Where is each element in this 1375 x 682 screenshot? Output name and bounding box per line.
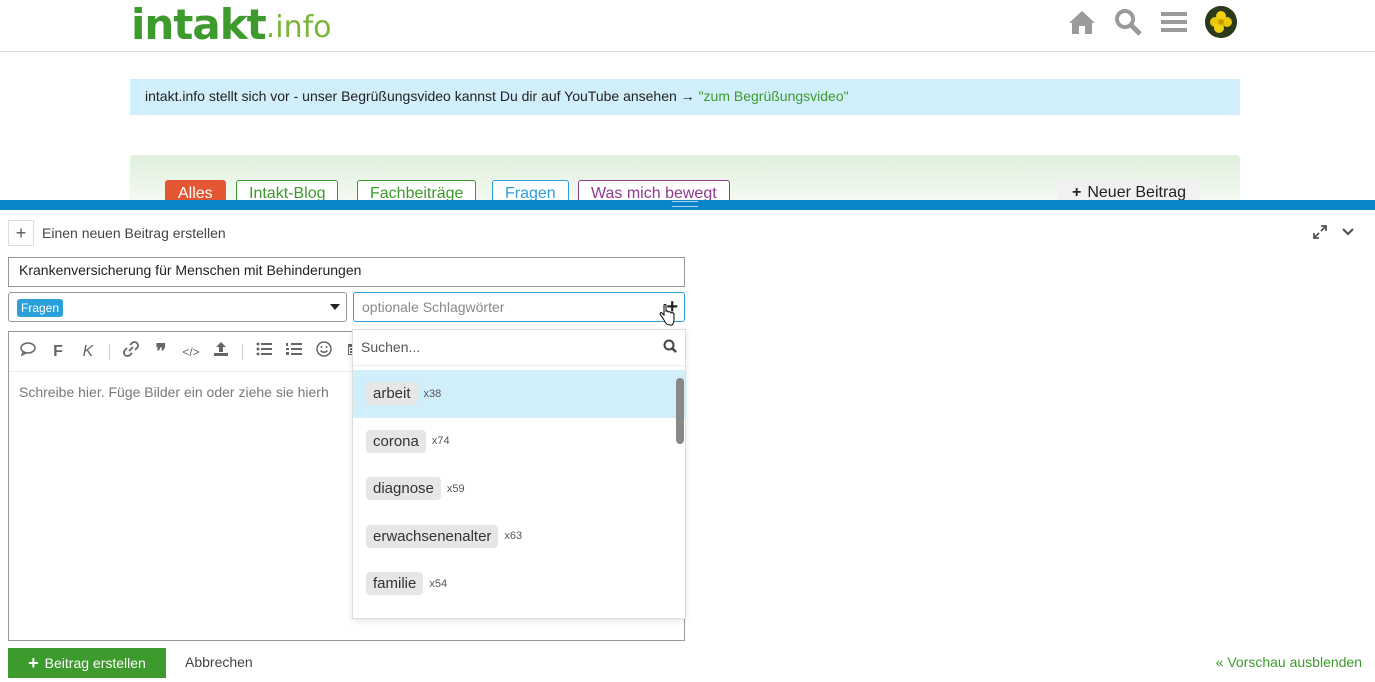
- italic-icon[interactable]: K: [79, 343, 97, 361]
- hamburger-menu-icon[interactable]: [1159, 7, 1189, 37]
- tag-dropdown: Suchen... arbeit x38 corona x74 diagnose…: [352, 329, 686, 619]
- tag-pill: familie: [366, 572, 424, 596]
- composer-resize-handle[interactable]: [0, 200, 1375, 210]
- tag-pill: arbeit: [366, 382, 418, 406]
- create-post-button[interactable]: + Beitrag erstellen: [8, 648, 166, 678]
- home-icon[interactable]: [1067, 7, 1097, 37]
- create-post-label: Beitrag erstellen: [44, 655, 146, 671]
- cancel-link[interactable]: Abbrechen: [185, 654, 253, 670]
- chevron-down-icon: [330, 304, 340, 310]
- tag-input-placeholder: optionale Schlagwörter: [362, 299, 505, 315]
- tag-count: x59: [446, 482, 465, 495]
- tag-option-familie[interactable]: familie x54: [353, 560, 685, 608]
- composer-title: Einen neuen Beitrag erstellen: [42, 225, 226, 241]
- new-post-button[interactable]: + Neuer Beitrag: [1058, 180, 1201, 200]
- avatar[interactable]: [1205, 6, 1237, 38]
- category-select[interactable]: Fragen: [8, 292, 347, 322]
- new-post-label: Neuer Beitrag: [1087, 184, 1187, 200]
- bullet-list-icon[interactable]: [255, 342, 273, 361]
- emoji-icon[interactable]: [315, 341, 333, 362]
- tag-search-placeholder: Suchen...: [361, 339, 421, 355]
- site-logo[interactable]: intakt .info: [131, 0, 332, 46]
- category-fachbeitraege[interactable]: Fachbeiträge: [357, 180, 477, 200]
- numbered-list-icon[interactable]: [285, 342, 303, 361]
- logo-tld: .info: [265, 10, 332, 45]
- upload-icon[interactable]: [212, 341, 230, 362]
- link-icon[interactable]: [122, 341, 140, 362]
- hand-cursor-icon: [659, 304, 675, 330]
- tag-option-corona[interactable]: corona x74: [353, 418, 685, 466]
- tag-input[interactable]: optionale Schlagwörter +: [353, 292, 685, 322]
- category-navigation: Alles Intakt-Blog Fachbeiträge Fragen Wa…: [130, 155, 1240, 200]
- tag-pill: erwachsenenalter: [366, 524, 499, 548]
- tag-option-diagnose[interactable]: diagnose x59: [353, 465, 685, 513]
- site-header: intakt .info: [0, 0, 1375, 52]
- tag-option-erwachsenenalter[interactable]: erwachsenenalter x63: [353, 513, 685, 561]
- category-alles[interactable]: Alles: [165, 180, 226, 200]
- plus-icon: +: [1072, 184, 1082, 200]
- logo-main: intakt: [131, 0, 267, 49]
- category-was-mich-bewegt[interactable]: Was mich bewegt: [578, 180, 730, 200]
- tag-option-arbeit[interactable]: arbeit x38: [353, 370, 685, 418]
- toolbar-divider: [242, 343, 243, 360]
- composer-controls: [1313, 224, 1355, 243]
- hide-preview-link[interactable]: « Vorschau ausblenden: [1216, 654, 1362, 670]
- tag-pill: diagnose: [366, 477, 441, 501]
- welcome-video-link[interactable]: "zum Begrüßungsvideo": [699, 88, 849, 104]
- composer: + Einen neuen Beitrag erstellen Krankenv…: [0, 210, 1375, 682]
- speech-bubble-icon[interactable]: [19, 342, 37, 361]
- search-icon[interactable]: [1113, 7, 1143, 37]
- tag-count: x38: [423, 387, 442, 400]
- editor-placeholder: Schreibe hier. Füge Bilder ein oder zieh…: [19, 384, 329, 400]
- plus-icon: +: [8, 220, 34, 246]
- plus-icon: +: [28, 652, 39, 673]
- collapse-chevron-icon[interactable]: [1341, 224, 1355, 243]
- tag-count: x74: [431, 435, 450, 448]
- tag-count: x54: [429, 577, 448, 590]
- search-icon: [663, 339, 677, 356]
- welcome-banner: intakt.info stellt sich vor - unser Begr…: [130, 79, 1240, 115]
- banner-text: intakt.info stellt sich vor - unser Begr…: [145, 88, 699, 104]
- title-input[interactable]: Krankenversicherung für Menschen mit Beh…: [8, 257, 685, 287]
- category-fragen[interactable]: Fragen: [492, 180, 569, 200]
- quote-icon[interactable]: ❞: [152, 339, 170, 364]
- toolbar-divider: [109, 343, 110, 360]
- code-icon[interactable]: </>: [182, 345, 200, 359]
- bold-icon[interactable]: F: [49, 343, 67, 361]
- tag-pill: corona: [366, 429, 426, 453]
- composer-header: + Einen neuen Beitrag erstellen: [8, 220, 226, 246]
- grip-lines: [672, 201, 698, 207]
- fullscreen-icon[interactable]: [1313, 224, 1327, 243]
- dropdown-scrollbar[interactable]: [676, 378, 684, 444]
- category-intakt-blog[interactable]: Intakt-Blog: [236, 180, 339, 200]
- tag-search-input[interactable]: Suchen...: [353, 330, 685, 366]
- tag-count: x63: [504, 530, 523, 543]
- selected-category-badge: Fragen: [17, 299, 64, 317]
- header-icons: [1067, 6, 1237, 38]
